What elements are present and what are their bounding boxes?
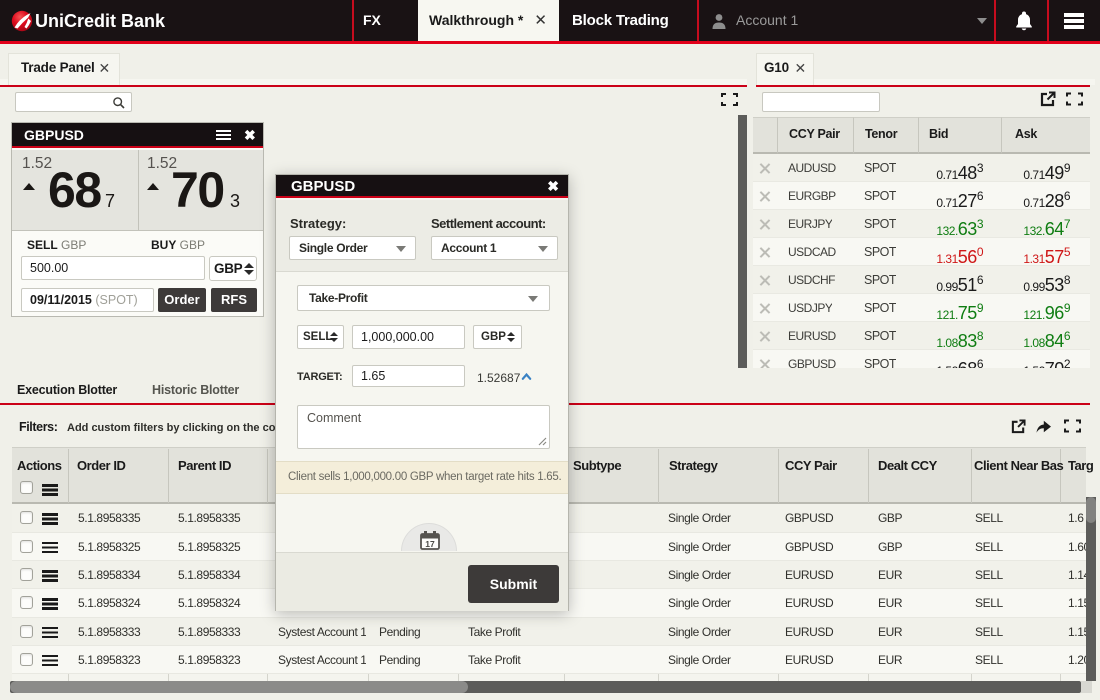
svg-text:17: 17 bbox=[425, 539, 435, 549]
